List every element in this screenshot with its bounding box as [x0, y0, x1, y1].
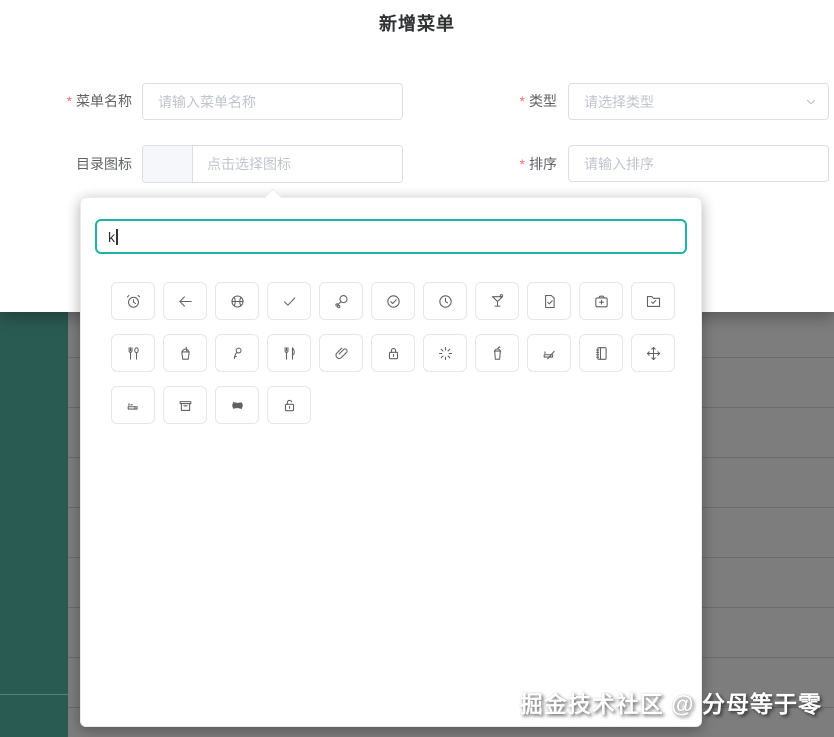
- icon-search-input[interactable]: k: [95, 219, 687, 254]
- icon-option-milk-tea[interactable]: [475, 334, 519, 372]
- type-label: * 类型: [519, 93, 557, 109]
- dir-icon-placeholder-input[interactable]: [193, 146, 402, 182]
- icon-search-value: k: [108, 228, 115, 245]
- key-icon: [233, 347, 242, 359]
- required-marker: *: [519, 156, 525, 172]
- tickets-icon: [231, 401, 243, 409]
- icon-option-knife-fork[interactable]: [267, 334, 311, 372]
- watermark-text: 掘金技术社区 @ 分母等于零: [519, 691, 822, 717]
- icon-option-first-aid-kit[interactable]: [579, 282, 623, 320]
- dir-icon-preview[interactable]: [143, 146, 193, 182]
- icon-option-back[interactable]: [163, 282, 207, 320]
- dimmed-sidebar-background: [0, 312, 68, 737]
- icon-option-fork-spoon[interactable]: [111, 334, 155, 372]
- back-icon: [178, 295, 192, 307]
- icon-grid: [111, 282, 677, 424]
- document-checked-icon: [544, 294, 555, 308]
- icon-picker-popover: k: [80, 188, 702, 727]
- check-icon: [283, 296, 295, 306]
- basketball-icon: [230, 294, 244, 308]
- chevron-down-icon: [806, 99, 816, 104]
- required-marker: *: [519, 93, 525, 109]
- icon-option-takeaway-box[interactable]: [163, 386, 207, 424]
- icon-option-smoking[interactable]: [111, 386, 155, 424]
- icon-option-unlock[interactable]: [267, 386, 311, 424]
- knife-fork-icon: [284, 346, 295, 360]
- alarm-clock-icon: [126, 294, 140, 308]
- icon-option-circle-check[interactable]: [371, 282, 415, 320]
- icon-option-document-checked[interactable]: [527, 282, 571, 320]
- menu-name-input[interactable]: [142, 83, 403, 120]
- takeaway-box-icon: [179, 400, 191, 411]
- circle-check-icon: [386, 294, 400, 308]
- ice-drink-icon: [180, 346, 190, 360]
- notebook-icon: [595, 346, 607, 360]
- icon-option-rank[interactable]: [631, 334, 675, 372]
- fork-spoon-icon: [128, 346, 139, 360]
- screen: 新增菜单 *菜单名称 *类型 请选择类型 目录图标 *排序 k: [0, 0, 834, 737]
- dialog-title: 新增菜单: [379, 14, 455, 34]
- milk-tea-icon: [493, 345, 501, 360]
- type-select-placeholder: 请选择类型: [584, 93, 654, 110]
- magic-stick-icon: [438, 346, 452, 360]
- icon-option-ice-drink[interactable]: [163, 334, 207, 372]
- type-select[interactable]: 请选择类型: [568, 83, 829, 120]
- icon-option-basketball[interactable]: [215, 282, 259, 320]
- icon-option-check[interactable]: [267, 282, 311, 320]
- chicken-icon: [334, 294, 348, 308]
- text-caret: [116, 228, 118, 245]
- first-aid-kit-icon: [594, 295, 608, 307]
- smoking-icon: [127, 402, 138, 410]
- icon-option-no-smoking[interactable]: [527, 334, 571, 372]
- unlock-icon: [284, 399, 294, 411]
- sort-input[interactable]: [568, 145, 829, 182]
- dir-icon-select-input[interactable]: [142, 145, 403, 183]
- icon-option-notebook[interactable]: [579, 334, 623, 372]
- icon-option-cocktail[interactable]: [475, 282, 519, 320]
- required-marker: *: [66, 93, 72, 109]
- icon-option-magic-stick[interactable]: [423, 334, 467, 372]
- clock-icon: [438, 294, 452, 308]
- no-smoking-icon: [543, 350, 555, 359]
- icon-option-tickets[interactable]: [215, 386, 259, 424]
- sidebar-divider: [0, 694, 68, 695]
- icon-option-key[interactable]: [215, 334, 259, 372]
- menu-name-label: * 菜单名称: [66, 93, 132, 109]
- icon-option-clock[interactable]: [423, 282, 467, 320]
- icon-option-chicken[interactable]: [319, 282, 363, 320]
- dir-icon-label: 目录图标: [76, 156, 132, 172]
- icon-option-link[interactable]: [319, 334, 363, 372]
- folder-checked-icon: [646, 295, 660, 307]
- lock-icon: [388, 347, 398, 359]
- icon-option-alarm-clock[interactable]: [111, 282, 155, 320]
- cocktail-icon: [491, 293, 503, 307]
- link-icon: [334, 347, 348, 359]
- rank-icon: [646, 346, 660, 360]
- icon-option-folder-checked[interactable]: [631, 282, 675, 320]
- sort-label: * 排序: [519, 156, 557, 172]
- icon-option-lock[interactable]: [371, 334, 415, 372]
